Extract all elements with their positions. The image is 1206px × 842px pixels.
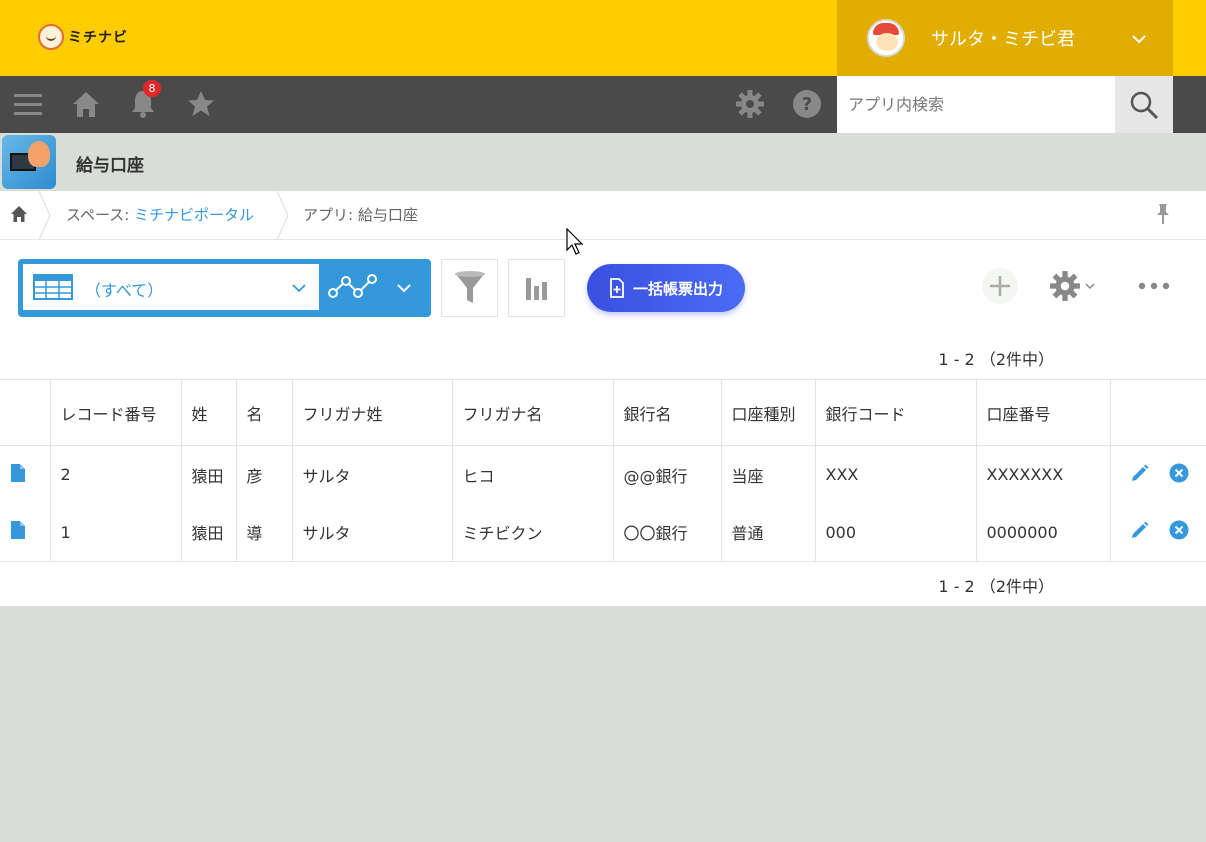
- column-header[interactable]: 名: [236, 379, 293, 446]
- chevron-down-icon: [1131, 29, 1147, 48]
- document-add-icon: [610, 278, 624, 298]
- table-cell: ヒコ: [452, 445, 614, 504]
- gear-icon[interactable]: [735, 89, 765, 119]
- document-icon: [11, 463, 25, 482]
- search-icon: [1130, 91, 1159, 119]
- view-label: （すべて）: [85, 281, 164, 300]
- column-header[interactable]: レコード番号: [50, 379, 182, 446]
- table-cell: @@銀行: [613, 445, 722, 504]
- pagination-count-top: 1 - 2 （2件中）: [938, 350, 1054, 369]
- more-icon: [1138, 282, 1170, 290]
- pin-icon[interactable]: [1154, 203, 1172, 229]
- chevron-down-icon: [1085, 282, 1095, 289]
- table-cell: XXX: [815, 445, 977, 504]
- app-icon: [2, 135, 56, 189]
- help-icon[interactable]: ?: [792, 89, 822, 119]
- more-options-button[interactable]: [1138, 278, 1170, 290]
- avatar: [867, 19, 905, 57]
- search-input[interactable]: [837, 76, 1115, 133]
- record-detail-link[interactable]: [0, 503, 51, 562]
- column-header[interactable]: フリガナ姓: [292, 379, 453, 446]
- record-list-toolbar: （すべて） 一括帳票出力 1 - 2 （2件中）: [0, 240, 1206, 379]
- table-row: 2 猿田 彦 サルタ ヒコ @@銀行 当座 XXX XXXXXXX: [0, 445, 1206, 504]
- column-header[interactable]: フリガナ名: [452, 379, 614, 446]
- brand-logo-text: ミチナビ: [68, 30, 128, 46]
- filter-button[interactable]: [441, 259, 498, 317]
- table-row: 1 猿田 導 サルタ ミチビクン 〇〇銀行 普通 000 0000000: [0, 503, 1206, 562]
- chevron-down-icon: [397, 284, 411, 293]
- filter-icon: [454, 271, 485, 303]
- column-header[interactable]: 姓: [181, 379, 237, 446]
- user-menu[interactable]: サルタ・ミチビ君: [837, 0, 1173, 76]
- search-button[interactable]: [1115, 76, 1173, 133]
- table-view-icon: [33, 274, 73, 300]
- gear-icon: [1050, 271, 1080, 301]
- menu-icon[interactable]: [13, 89, 43, 119]
- row-actions: [1110, 503, 1206, 562]
- app-header: 給与口座: [0, 133, 1206, 191]
- row-actions: [1110, 446, 1206, 504]
- records-table: レコード番号 姓 名 フリガナ姓 フリガナ名 銀行名 口座種別 銀行コード 口座…: [0, 379, 1206, 562]
- plus-icon: [990, 276, 1010, 296]
- table-cell: 導: [236, 503, 293, 562]
- view-dropdown[interactable]: （すべて）: [23, 264, 319, 310]
- pagination-footer: 1 - 2 （2件中）: [0, 562, 1206, 606]
- chevron-down-icon: [292, 284, 306, 293]
- column-header-icon: [0, 379, 51, 446]
- bar-chart-icon: [525, 278, 547, 300]
- app-settings-button[interactable]: [1049, 270, 1095, 302]
- table-cell: サルタ: [292, 445, 453, 504]
- edit-icon[interactable]: [1130, 463, 1150, 483]
- add-record-button[interactable]: [982, 268, 1018, 304]
- mascot-icon: [38, 24, 64, 50]
- table-cell: 0000000: [976, 503, 1111, 562]
- table-cell: 普通: [721, 503, 816, 562]
- column-header[interactable]: 銀行名: [613, 379, 722, 446]
- table-cell: サルタ: [292, 503, 453, 562]
- delete-icon[interactable]: [1169, 463, 1189, 483]
- breadcrumb: スペース: ミチナビポータル アプリ: 給与口座: [0, 191, 1206, 240]
- breadcrumb-space-prefix: スペース:: [66, 206, 135, 224]
- view-selector: （すべて）: [18, 259, 431, 317]
- top-header: ミチナビ サルタ・ミチビ君: [0, 0, 1206, 76]
- bulk-export-button[interactable]: 一括帳票出力: [587, 264, 745, 312]
- pagination-count-bottom: 1 - 2 （2件中）: [938, 577, 1054, 596]
- table-cell: 猿田: [181, 503, 237, 562]
- user-name: サルタ・ミチビ君: [931, 29, 1075, 50]
- delete-icon[interactable]: [1169, 520, 1189, 540]
- edit-icon[interactable]: [1130, 520, 1150, 540]
- table-cell: 彦: [236, 445, 293, 504]
- breadcrumb-app: アプリ: 給与口座: [303, 206, 418, 224]
- bulk-export-label: 一括帳票出力: [632, 279, 723, 298]
- breadcrumb-space-link[interactable]: ミチナビポータル: [134, 206, 254, 224]
- breadcrumb-space: スペース: ミチナビポータル: [66, 204, 254, 225]
- notification-badge: 8: [143, 80, 161, 97]
- table-cell: 000: [815, 503, 977, 562]
- document-icon: [11, 521, 25, 540]
- table-cell: 2: [50, 445, 182, 504]
- star-icon[interactable]: [186, 89, 216, 119]
- svg-text:?: ?: [802, 94, 812, 115]
- graph-menu-button[interactable]: [328, 265, 428, 311]
- column-header-actions: [1110, 379, 1206, 446]
- graph-icon: [328, 274, 377, 298]
- mouse-cursor-icon: [566, 228, 584, 255]
- breadcrumb-home-icon[interactable]: [10, 205, 28, 227]
- table-header-row: レコード番号 姓 名 フリガナ姓 フリガナ名 銀行名 口座種別 銀行コード 口座…: [0, 379, 1206, 446]
- table-cell: ミチビクン: [452, 503, 614, 562]
- page-title: 給与口座: [76, 156, 144, 176]
- brand-logo[interactable]: ミチナビ: [38, 24, 128, 50]
- table-cell: 猿田: [181, 445, 237, 504]
- table-cell: 1: [50, 503, 182, 562]
- record-detail-link[interactable]: [0, 445, 51, 504]
- table-cell: 当座: [721, 445, 816, 504]
- table-cell: XXXXXXX: [976, 445, 1111, 504]
- table-cell: 〇〇銀行: [613, 503, 722, 562]
- column-header[interactable]: 口座種別: [721, 379, 816, 446]
- home-icon[interactable]: [71, 89, 101, 119]
- column-header[interactable]: 口座番号: [976, 379, 1111, 446]
- graph-button[interactable]: [508, 259, 565, 317]
- column-header[interactable]: 銀行コード: [815, 379, 977, 446]
